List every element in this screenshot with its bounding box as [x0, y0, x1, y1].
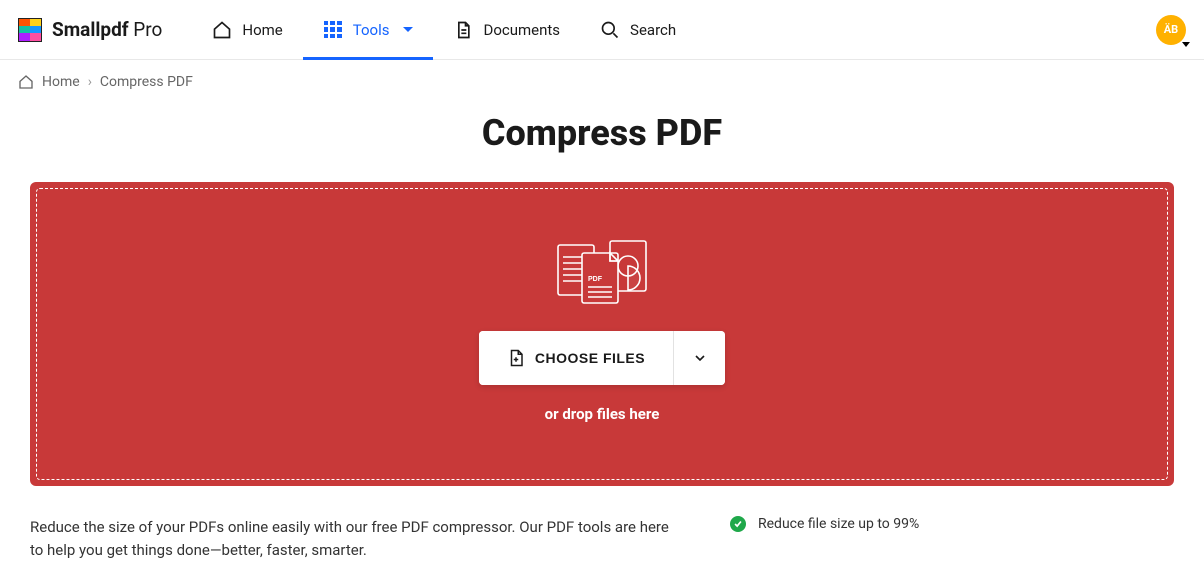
search-icon: [600, 20, 620, 40]
nav-tools[interactable]: Tools: [303, 0, 434, 59]
nav-tools-label: Tools: [353, 21, 390, 39]
user-menu[interactable]: ÄB: [1156, 15, 1186, 45]
drop-hint: or drop files here: [545, 405, 660, 423]
breadcrumb: Home › Compress PDF: [0, 60, 1204, 104]
feature-item: Reduce file size up to 99%: [730, 516, 1100, 532]
dropzone-inner: PDF CHOOSE FILES or drop files here: [36, 188, 1168, 480]
feature-text: Reduce file size up to 99%: [758, 516, 919, 532]
choose-source-dropdown[interactable]: [673, 331, 725, 385]
choose-files-label: CHOOSE FILES: [535, 350, 645, 366]
breadcrumb-current: Compress PDF: [100, 74, 193, 90]
home-icon: [212, 20, 232, 40]
svg-text:PDF: PDF: [588, 276, 603, 283]
feature-list: Reduce file size up to 99%: [730, 516, 1100, 532]
upload-dropzone[interactable]: PDF CHOOSE FILES or drop files here: [30, 182, 1174, 486]
nav-home-label: Home: [242, 21, 282, 39]
avatar: ÄB: [1156, 15, 1186, 45]
file-plus-icon: [507, 348, 525, 368]
chevron-down-icon: [403, 27, 413, 32]
breadcrumb-home[interactable]: Home: [42, 74, 80, 90]
top-nav: Smallpdf Pro Home Tools Documents: [0, 0, 1204, 60]
choose-files-button[interactable]: CHOOSE FILES: [479, 331, 673, 385]
check-circle-icon: [730, 516, 746, 532]
logo-icon: [18, 18, 42, 42]
documents-icon: [453, 20, 473, 40]
files-illustration-icon: PDF: [552, 237, 652, 311]
nav-home[interactable]: Home: [192, 0, 302, 59]
grid-icon: [323, 20, 343, 40]
home-icon: [18, 74, 34, 90]
choose-files-group: CHOOSE FILES: [479, 331, 725, 385]
chevron-down-icon: [692, 350, 708, 366]
nav-documents[interactable]: Documents: [433, 0, 580, 59]
breadcrumb-separator: ›: [88, 74, 92, 90]
page-title: Compress PDF: [0, 112, 1204, 154]
nav-search[interactable]: Search: [580, 0, 696, 59]
brand-text: Smallpdf Pro: [52, 18, 162, 41]
nav-documents-label: Documents: [483, 21, 560, 39]
nav-search-label: Search: [630, 21, 676, 39]
chevron-down-icon: [1182, 42, 1190, 47]
brand-logo[interactable]: Smallpdf Pro: [18, 18, 162, 42]
tool-description: Reduce the size of your PDFs online easi…: [30, 516, 670, 563]
below-section: Reduce the size of your PDFs online easi…: [30, 516, 1174, 563]
primary-nav: Home Tools Documents Search: [192, 0, 696, 59]
